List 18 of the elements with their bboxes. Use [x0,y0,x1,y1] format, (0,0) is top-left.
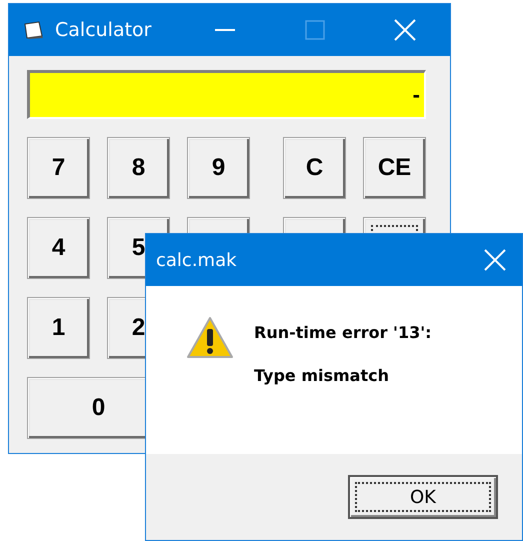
display-value: - [412,82,420,108]
warning-icon [186,316,234,360]
calculator-key[interactable]: 4 [27,217,90,279]
error-message: Run-time error '13': [254,323,432,342]
maximize-icon [305,20,325,40]
minimize-icon [215,29,235,31]
calculator-key[interactable]: 9 [187,137,250,199]
error-message: Type mismatch [254,366,390,385]
ok-button[interactable]: OK [348,475,498,519]
calculator-key[interactable]: CE [363,137,426,199]
calculator-key[interactable]: 7 [27,137,90,199]
close-icon [394,19,416,41]
app-icon [23,20,45,40]
calculator-key[interactable]: 1 [27,297,90,359]
calculator-key[interactable]: 8 [107,137,170,199]
close-icon [484,249,506,271]
window-title: Calculator [55,19,152,41]
calculator-key[interactable]: C [283,137,346,199]
